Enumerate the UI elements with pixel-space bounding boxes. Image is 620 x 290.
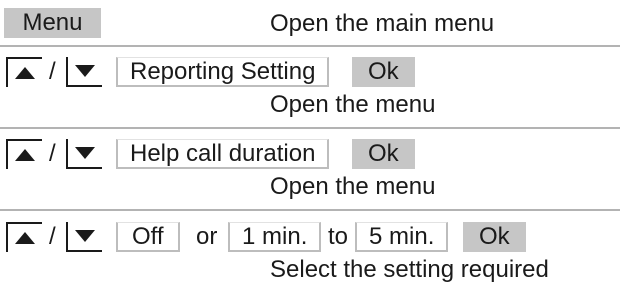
row3-description: Open the menu [270,173,436,200]
row4-description: Select the setting required [270,256,549,283]
row1-description: Open the main menu [270,10,495,37]
separator-3 [0,209,620,211]
menu-button[interactable]: Menu [4,8,101,38]
arrow-up-key-icon[interactable] [6,222,42,252]
slash-separator: / [49,58,56,85]
display-reporting-setting: Reporting Setting [116,57,330,87]
ok-button[interactable]: Ok [352,139,415,169]
arrow-down-key-icon[interactable] [66,57,102,87]
separator-1 [0,45,620,47]
separator-2 [0,127,620,129]
arrow-up-key-icon[interactable] [6,139,42,169]
ok-button[interactable]: Ok [463,222,526,252]
display-option-off: Off [116,222,180,252]
word-or: or [196,223,218,250]
slash-separator: / [49,140,56,167]
display-option-5-min: 5 min. [355,222,449,252]
arrow-down-key-icon[interactable] [66,139,102,169]
arrow-up-key-icon[interactable] [6,57,42,87]
display-option-1-min: 1 min. [228,222,322,252]
display-help-call-duration: Help call duration [116,139,330,169]
ok-button[interactable]: Ok [352,57,415,87]
slash-separator: / [49,223,56,250]
arrow-down-key-icon[interactable] [66,222,102,252]
row2-description: Open the menu [270,91,436,118]
word-to: to [328,223,349,250]
